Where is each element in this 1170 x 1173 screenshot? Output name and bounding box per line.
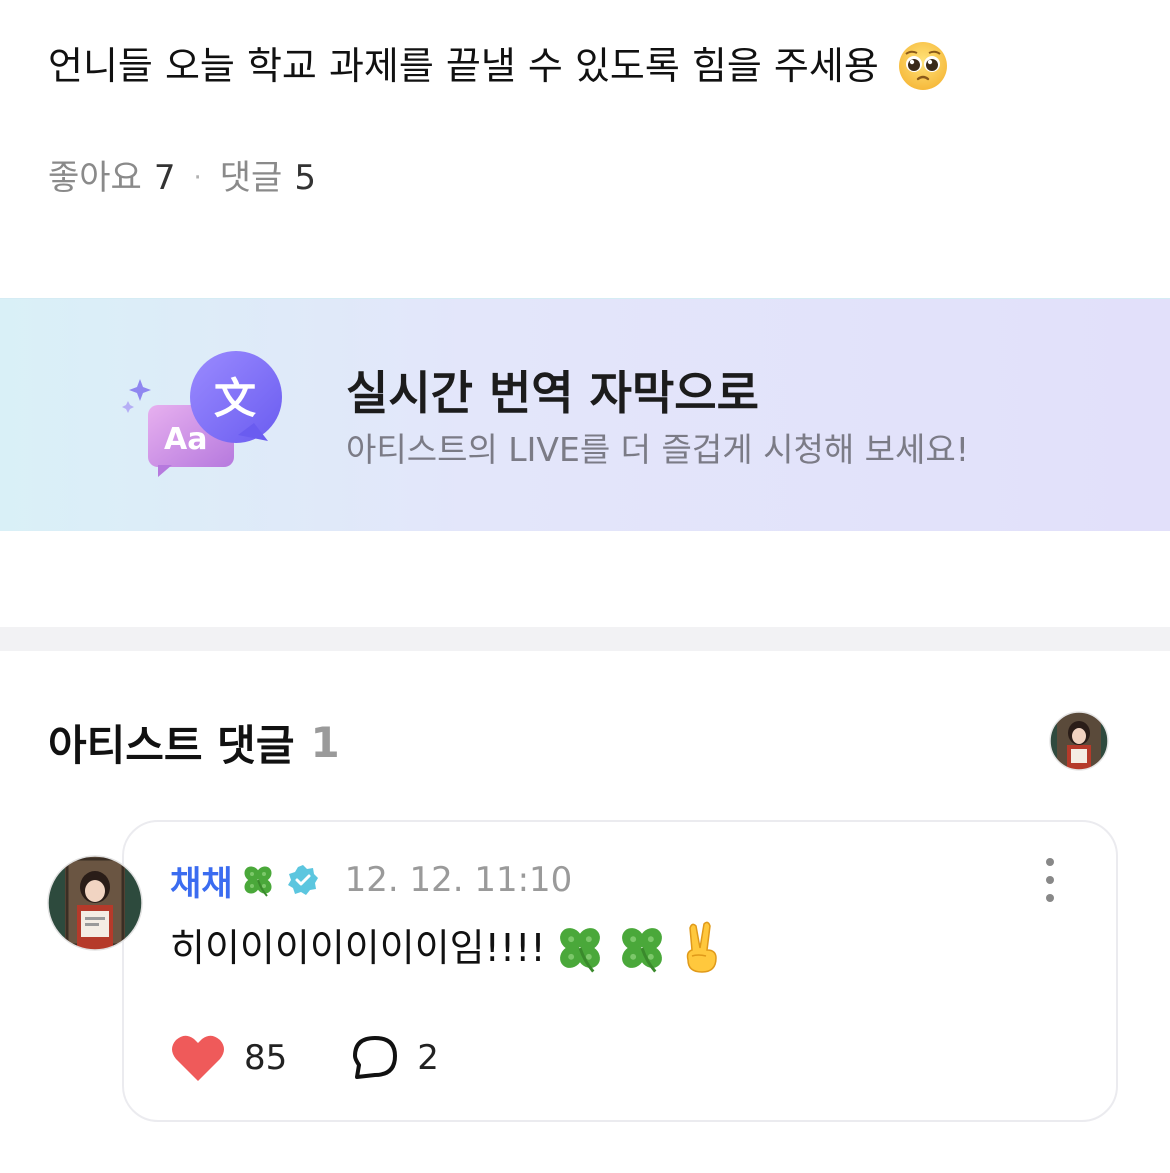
like-button[interactable]: 85 — [170, 1033, 287, 1083]
like-count: 85 — [244, 1038, 288, 1078]
reply-count: 2 — [417, 1038, 439, 1078]
reply-button[interactable]: 2 — [351, 1035, 439, 1081]
four-leaf-clover-icon — [559, 928, 600, 973]
more-dot-icon — [1046, 858, 1054, 866]
translation-icon: Aa 文 — [122, 351, 282, 477]
comment-text: 히이이이이이이이임!!!! — [170, 926, 546, 970]
victory-hand-icon — [686, 921, 717, 973]
stats-separator: · — [193, 163, 202, 193]
comment-body: 히이이이이이이이임!!!! — [170, 918, 726, 978]
likes-count: 7 — [153, 158, 176, 198]
heart-icon — [172, 1035, 224, 1081]
post-text: 언니들 오늘 학교 과제를 끝낼 수 있도록 힘을 주세용 — [48, 44, 879, 88]
comment-author-avatar[interactable] — [47, 855, 143, 951]
pleading-face-emoji-icon — [898, 42, 947, 90]
more-dot-icon — [1046, 894, 1054, 902]
likes-label: 좋아요 — [48, 158, 142, 198]
banner-subtitle: 아티스트의 LIVE를 더 즐겁게 시청해 보세요! — [346, 430, 969, 469]
more-dot-icon — [1046, 876, 1054, 884]
artist-comments-header: 아티스트 댓글 1 — [48, 712, 340, 773]
four-leaf-clover-icon — [621, 928, 662, 973]
section-divider — [0, 627, 1170, 651]
comment-author-name[interactable]: 채채 — [170, 856, 233, 905]
speech-bubble-icon — [353, 1036, 398, 1079]
four-leaf-clover-icon — [244, 866, 272, 897]
translation-promo-banner[interactable]: Aa 文 실시간 번역 자막으로 아티스트의 LIVE를 더 즐겁게 시청해 보… — [0, 298, 1170, 531]
banner-icon-cjk: 文 — [214, 374, 256, 423]
banner-title: 실시간 번역 자막으로 — [346, 366, 759, 420]
post-stats: 좋아요 7 · 댓글 5 — [48, 152, 316, 204]
artist-comments-title: 아티스트 댓글 — [48, 721, 295, 770]
verified-badge-icon — [287, 865, 318, 895]
post-content: 언니들 오늘 학교 과제를 끝낼 수 있도록 힘을 주세용 — [48, 36, 949, 96]
artist-comments-count: 1 — [310, 718, 340, 767]
banner-icon-latin: Aa — [164, 422, 207, 457]
comments-count[interactable]: 5 — [294, 152, 316, 204]
artist-avatar[interactable] — [1049, 711, 1109, 771]
comment-timestamp: 12. 12. 11:10 — [344, 860, 573, 900]
comments-label[interactable]: 댓글 — [220, 152, 283, 204]
comment-meta: 채채 12. 12. 11:10 — [170, 856, 572, 904]
comment-actions: 85 2 — [170, 1030, 439, 1086]
more-options-button[interactable] — [1036, 858, 1064, 902]
